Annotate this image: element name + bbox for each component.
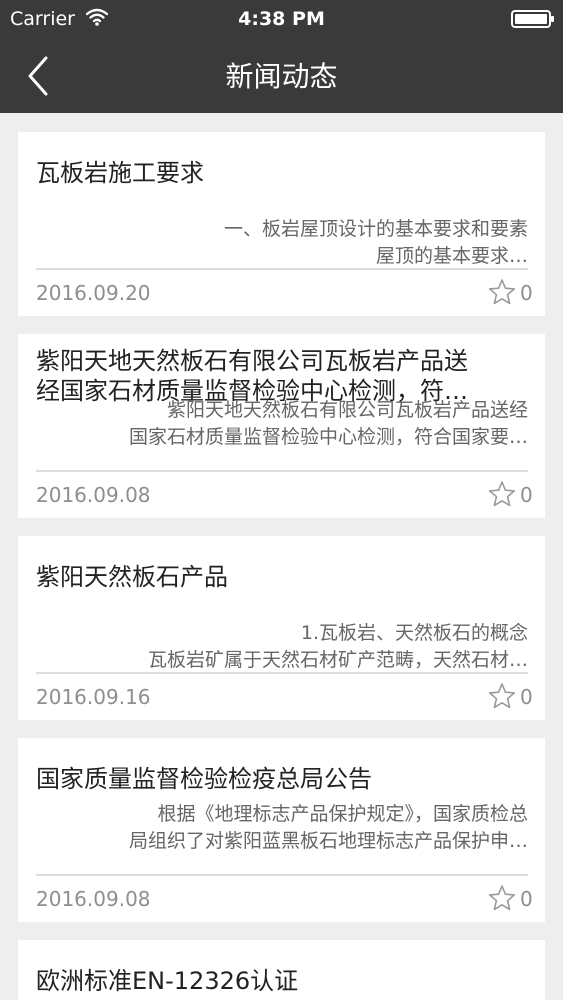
news-summary-line: 瓦板岩矿属于天然石材矿产范畴，天然石材… (147, 649, 528, 671)
divider (36, 268, 528, 270)
star-icon[interactable] (488, 682, 516, 710)
news-title: 瓦板岩施工要求 (36, 159, 204, 187)
divider (36, 874, 528, 876)
news-card[interactable]: 紫阳天然板石产品 1.瓦板岩、天然板石的概念 瓦板岩矿属于天然石材矿产范畴，天然… (18, 536, 545, 720)
news-card[interactable]: 瓦板岩施工要求 一、板岩屋顶设计的基本要求和要素 屋顶的基本要求… 2016.0… (18, 132, 545, 316)
news-card[interactable]: 紫阳天地天然板石有限公司瓦板岩产品送 经国家石材质量监督检验中心检测，符… 紫阳… (18, 334, 545, 518)
news-title: 国家质量监督检验检疫总局公告 (36, 765, 372, 793)
news-date: 2016.09.08 (36, 887, 151, 911)
favorite-count: 0 (520, 685, 533, 709)
page-title: 新闻动态 (225, 60, 338, 93)
divider (36, 470, 528, 472)
news-summary-line: 1.瓦板岩、天然板石的概念 (300, 622, 528, 644)
divider (36, 672, 528, 674)
favorite-count: 0 (520, 281, 533, 305)
news-date: 2016.09.20 (36, 281, 151, 305)
news-summary-line: 紫阳天地天然板石有限公司瓦板岩产品送经 (166, 399, 528, 421)
star-icon[interactable] (488, 884, 516, 912)
nav-bar: 新闻动态 (0, 40, 563, 113)
battery-icon (511, 10, 554, 28)
status-bar: Carrier 4:38 PM (0, 0, 563, 40)
news-title: 紫阳天然板石产品 (36, 563, 228, 591)
news-card[interactable]: 国家质量监督检验检疫总局公告 根据《地理标志产品保护规定》，国家质检总 局组织了… (18, 738, 545, 922)
news-summary-line: 一、板岩屋顶设计的基本要求和要素 (223, 218, 528, 240)
news-card[interactable]: 欧洲标准EN-12326认证 (18, 940, 545, 1000)
news-summary: 根据《地理标志产品保护规定》，国家质检总 局组织了对紫阳蓝黑板石地理标志产品保护… (36, 801, 528, 855)
news-summary-line: 国家石材质量监督检验中心检测，符合国家要… (128, 426, 528, 448)
news-summary-line: 根据《地理标志产品保护规定》，国家质检总 (157, 803, 528, 825)
news-date: 2016.09.16 (36, 685, 151, 709)
news-title: 欧洲标准EN-12326认证 (36, 967, 299, 995)
star-icon[interactable] (488, 480, 516, 508)
favorite-count: 0 (520, 887, 533, 911)
news-summary: 一、板岩屋顶设计的基本要求和要素 屋顶的基本要求… (36, 216, 528, 270)
news-summary-line: 屋顶的基本要求… (375, 245, 528, 267)
news-title-line: 紫阳天地天然板石有限公司瓦板岩产品送 (36, 347, 468, 375)
news-summary: 1.瓦板岩、天然板石的概念 瓦板岩矿属于天然石材矿产范畴，天然石材… (36, 620, 528, 674)
favorite-count: 0 (520, 483, 533, 507)
news-summary: 紫阳天地天然板石有限公司瓦板岩产品送经 国家石材质量监督检验中心检测，符合国家要… (36, 397, 528, 451)
star-icon[interactable] (488, 278, 516, 306)
news-summary-line: 局组织了对紫阳蓝黑板石地理标志产品保护申… (128, 830, 528, 852)
header: Carrier 4:38 PM 新闻动态 (0, 0, 563, 113)
news-date: 2016.09.08 (36, 483, 151, 507)
status-time: 4:38 PM (238, 8, 325, 30)
